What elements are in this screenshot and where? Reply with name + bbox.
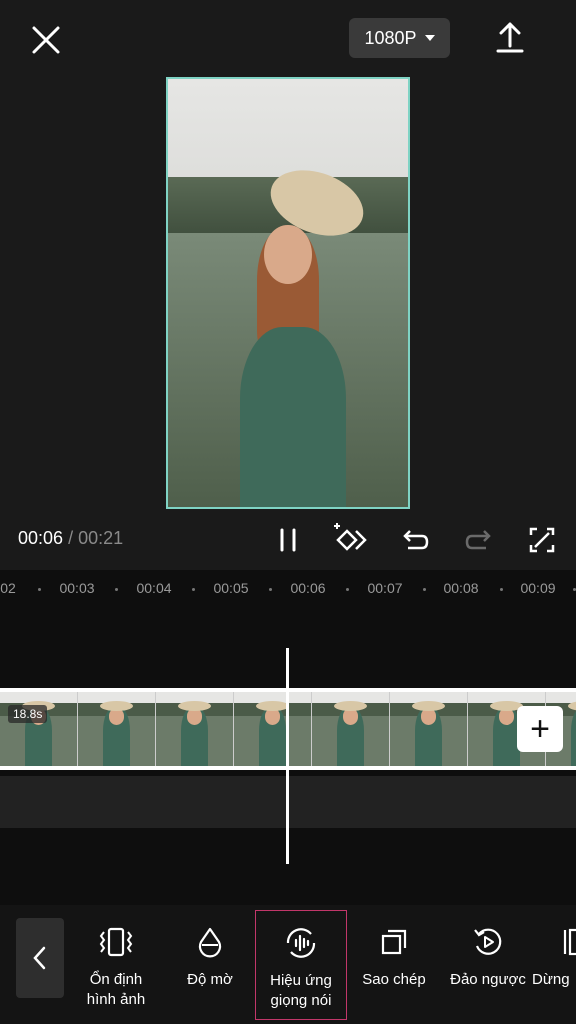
tool-reverse[interactable]: Đảo ngược: [444, 918, 532, 1018]
chevron-left-icon: [33, 946, 46, 970]
ruler-dot: [346, 588, 349, 591]
redo-icon: [465, 530, 491, 550]
tool-copy[interactable]: Sao chép: [350, 918, 438, 1018]
tool-label: Ổn định: [89, 971, 143, 988]
pause-button[interactable]: [270, 522, 306, 558]
redo-button[interactable]: [462, 522, 498, 558]
ruler-tick: 00:07: [367, 580, 403, 596]
freeze-icon: [563, 928, 576, 956]
ruler-tick: 00:09: [520, 580, 556, 596]
tool-label: Sao chép: [362, 971, 426, 988]
playback-time: 00:06 / 00:21: [18, 528, 123, 549]
tool-label: giọng nói: [270, 992, 332, 1009]
ruler-tick: 00:05: [213, 580, 249, 596]
ruler-tick: 00:03: [59, 580, 95, 596]
pause-icon: [280, 528, 296, 552]
export-button[interactable]: [492, 18, 528, 58]
copy-icon: [381, 929, 407, 955]
tool-stabilize[interactable]: Ổn định hình ảnh: [72, 918, 160, 1018]
clip-frame: [390, 692, 468, 766]
ruler-tick: 00:04: [136, 580, 172, 596]
clip-frame: [234, 692, 312, 766]
ruler-tick: 02: [0, 580, 16, 596]
ruler-dot: [38, 588, 41, 591]
ruler-dot: [500, 588, 503, 591]
resolution-dropdown[interactable]: 1080P: [349, 18, 450, 58]
blur-drop-icon: [198, 927, 222, 958]
caret-down-icon: [424, 35, 435, 41]
keyframe-icon: [334, 523, 367, 551]
tool-blur[interactable]: Độ mờ: [166, 918, 254, 1018]
voice-effect-icon: [286, 928, 316, 958]
clip-duration-badge: 18.8s: [8, 705, 48, 723]
reverse-icon: [474, 928, 502, 955]
upload-icon: [496, 22, 524, 53]
ruler-dot: [269, 588, 272, 591]
fullscreen-button[interactable]: [524, 522, 560, 558]
tool-voice-effect[interactable]: Hiệu ứng giọng nói: [255, 910, 347, 1020]
fullscreen-icon: [529, 527, 555, 553]
ruler-tick: 00:08: [443, 580, 479, 596]
tool-label: Độ mờ: [187, 971, 233, 988]
tool-label: Đảo ngược: [450, 971, 526, 988]
video-preview[interactable]: [166, 77, 410, 509]
total-time: 00:21: [78, 528, 124, 548]
add-clip-button[interactable]: +: [517, 706, 563, 752]
playhead[interactable]: [286, 648, 289, 864]
clip-frame: [312, 692, 390, 766]
tool-label: hình ảnh: [86, 991, 146, 1008]
clip-frame: [156, 692, 234, 766]
time-ruler[interactable]: 02 00:03 00:04 00:05 00:06 00:07 00:08 0…: [0, 578, 576, 600]
resolution-label: 1080P: [364, 27, 417, 48]
undo-icon: [403, 530, 429, 550]
clip-frame: [78, 692, 156, 766]
keyframe-button[interactable]: [330, 522, 367, 558]
ruler-dot: [423, 588, 426, 591]
ruler-tick: 00:06: [290, 580, 326, 596]
time-separator: /: [68, 528, 74, 548]
undo-button[interactable]: [396, 522, 432, 558]
tool-label: Dừng: [532, 971, 570, 988]
back-button[interactable]: [16, 918, 64, 998]
close-button[interactable]: [26, 20, 66, 60]
stabilize-icon: [99, 927, 133, 957]
plus-icon: +: [530, 710, 550, 748]
tool-label: Hiệu ứng: [270, 972, 332, 989]
tool-freeze[interactable]: Dừng: [532, 918, 576, 1018]
ruler-dot: [192, 588, 195, 591]
ruler-dot: [115, 588, 118, 591]
clip-frame: [0, 692, 78, 766]
close-icon: [32, 26, 60, 54]
current-time: 00:06: [18, 528, 64, 548]
